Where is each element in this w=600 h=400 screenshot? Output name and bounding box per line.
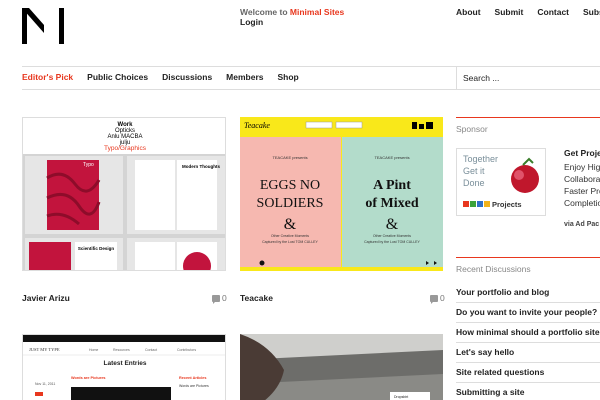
site-card-photo[interactable]: Dropsbirt xyxy=(240,334,443,400)
search-box xyxy=(456,66,600,90)
thumb-label: Dropsbirt xyxy=(394,395,408,399)
comment-bubble-icon xyxy=(430,294,438,304)
ad-box-line: Together xyxy=(463,154,498,164)
poster-footer: Captured by the Lost TOM CULLEY xyxy=(262,240,318,244)
comment-count[interactable]: 0 xyxy=(212,293,227,304)
top-nav-contact[interactable]: Contact xyxy=(537,7,569,17)
ad-brand: Projects xyxy=(492,200,522,209)
recent-discussions-list: Your portfolio and blog Do you want to i… xyxy=(456,283,600,400)
poster-presents: TEACAKE presents xyxy=(272,155,307,160)
poster-amp: & xyxy=(284,216,297,233)
card-thumbnail: JUST MY TYPE Home Resources Contact Cont… xyxy=(23,335,225,400)
discussion-link[interactable]: Do you want to invite your people? xyxy=(456,303,600,323)
ad-box-line: Done xyxy=(463,178,485,188)
thumb-accent-text: Typo/Graphics xyxy=(104,145,147,152)
sponsor-ad-text: Collabora xyxy=(564,174,600,184)
top-nav-subscribe[interactable]: Subsc xyxy=(583,7,600,17)
sponsor-divider xyxy=(456,117,600,118)
poster-footer: Captured by the Lost TOM CULLEY xyxy=(364,240,420,244)
top-nav: About Submit Contact Subsc xyxy=(456,7,600,17)
top-nav-about[interactable]: About xyxy=(456,7,481,17)
site-card-javier-arizu[interactable]: Work Opticks Anlu MACBA julju Typo/Graph… xyxy=(22,117,226,271)
main-nav-shop[interactable]: Shop xyxy=(278,72,299,82)
sponsor-ad-text: Faster Pro xyxy=(564,186,600,196)
comment-count[interactable]: 0 xyxy=(430,293,445,304)
discussion-link[interactable]: Site related questions xyxy=(456,363,600,383)
thumb-brand: Teacake xyxy=(244,121,270,130)
discussion-link[interactable]: Let's say hello xyxy=(456,343,600,363)
thumb-brand: JUST MY TYPE xyxy=(29,347,60,352)
zoho-projects-ad: Together Get it Done Projects xyxy=(463,154,539,209)
welcome-text: Welcome to xyxy=(240,7,288,17)
discussion-link[interactable]: Submitting a site xyxy=(456,383,600,400)
card-thumbnail: Work Opticks Anlu MACBA julju Typo/Graph… xyxy=(23,122,225,270)
ad-box-line: Get it xyxy=(463,166,485,176)
thumb-date: Nov 11, 2011 xyxy=(35,382,55,386)
site-logo[interactable] xyxy=(22,8,64,44)
sponsor-ad-text: Completio xyxy=(564,198,600,208)
discussion-link[interactable]: How minimal should a portfolio site be xyxy=(456,323,600,343)
thumb-page-label: Scientific Design xyxy=(78,246,115,251)
poster-amp: & xyxy=(386,216,399,233)
card-thumbnail: Teacake TEACAKE presents EGGS NO SOLDIER… xyxy=(240,117,443,271)
recent-discussions-heading: Recent Discussions xyxy=(456,264,531,274)
site-name-link[interactable]: Minimal Sites xyxy=(290,7,344,17)
main-nav-editors-pick[interactable]: Editor's Pick xyxy=(22,72,73,82)
ad-via-link[interactable]: via Ad Pac xyxy=(564,221,599,228)
thumb-right-link: Recent Articles xyxy=(179,376,207,380)
poster-presents: TEACAKE presents xyxy=(374,155,409,160)
sponsor-ad-text: Enjoy Hig xyxy=(564,162,600,172)
poster-title: EGGS NO xyxy=(260,178,320,193)
welcome-block: Welcome to Minimal Sites Login xyxy=(240,7,344,27)
main-nav-members[interactable]: Members xyxy=(226,72,263,82)
thumb-left-link: Words are Pictures xyxy=(71,376,106,380)
main-nav: Editor's Pick Public Choices Discussions… xyxy=(22,72,313,82)
card-title-teacake[interactable]: Teacake xyxy=(240,293,273,303)
thumb-right-sub: Words are Pictures xyxy=(179,384,209,388)
discussion-link[interactable]: Your portfolio and blog xyxy=(456,283,600,303)
comment-bubble-icon xyxy=(212,294,220,304)
thumb-page-label: Typo xyxy=(83,162,94,168)
thumb-heading: Latest Entries xyxy=(104,360,147,367)
main-nav-discussions[interactable]: Discussions xyxy=(162,72,212,82)
login-link[interactable]: Login xyxy=(240,17,344,27)
recent-divider xyxy=(456,257,600,258)
thumb-nav-item: Home xyxy=(89,348,98,352)
thumb-nav-item: Contributors xyxy=(177,348,196,352)
sponsor-heading: Sponsor xyxy=(456,124,488,134)
sponsor-ad-title[interactable]: Get Proje xyxy=(564,148,600,158)
top-nav-submit[interactable]: Submit xyxy=(495,7,524,17)
site-card-teacake[interactable]: Teacake TEACAKE presents EGGS NO SOLDIER… xyxy=(240,117,443,271)
card-thumbnail: Dropsbirt xyxy=(240,334,443,400)
poster-sub: Other Creative Moments xyxy=(373,234,411,238)
comment-count-value: 0 xyxy=(222,293,227,303)
thumb-page-label: Modern Thoughts xyxy=(182,164,220,169)
poster-title: of Mixed xyxy=(365,196,418,211)
site-card-just-my-type[interactable]: JUST MY TYPE Home Resources Contact Cont… xyxy=(22,334,226,400)
poster-sub: Other Creative Moments xyxy=(271,234,309,238)
thumb-nav-item: Resources xyxy=(113,348,130,352)
card-title-javier-arizu[interactable]: Javier Arizu xyxy=(22,293,70,303)
thumb-nav-item: Contact xyxy=(145,348,157,352)
poster-title: A Pint xyxy=(373,178,411,193)
search-input[interactable] xyxy=(457,66,600,90)
sponsor-ad-image[interactable]: Together Get it Done Projects xyxy=(456,148,546,216)
poster-title: SOLDIERS xyxy=(257,196,324,211)
comment-count-value: 0 xyxy=(440,293,445,303)
main-nav-public-choices[interactable]: Public Choices xyxy=(87,72,148,82)
